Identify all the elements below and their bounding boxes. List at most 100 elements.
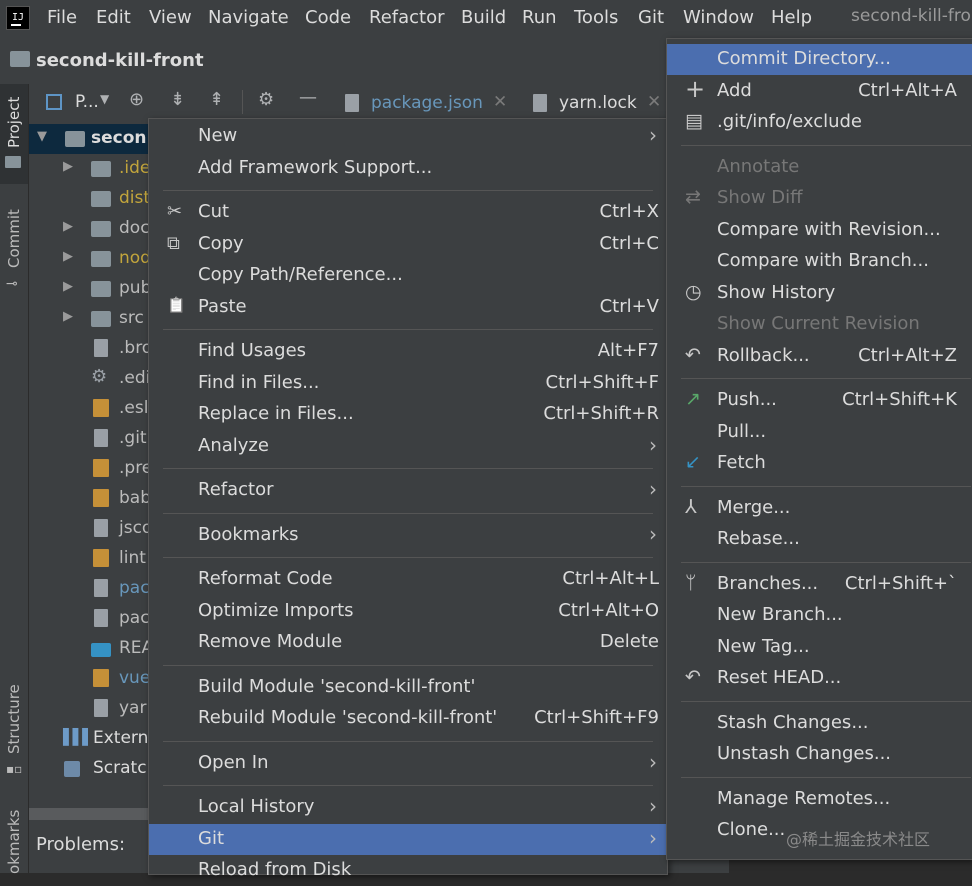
menu-file[interactable]: File xyxy=(47,7,77,28)
git-menu-item[interactable]: ᛘ Branches... Ctrl+Shift+` xyxy=(667,569,972,600)
git-menu-item[interactable]: Pull... xyxy=(667,417,972,448)
tree-item[interactable]: ▶ pub xyxy=(29,274,159,304)
collapse-all-icon[interactable]: ⇞ xyxy=(209,89,224,110)
chevron-right-icon[interactable]: ▶ xyxy=(63,309,73,324)
menu-tools[interactable]: Tools xyxy=(574,7,618,28)
git-menu-item[interactable]: ⅄ Merge... xyxy=(667,493,972,524)
tree-item[interactable]: .git xyxy=(29,424,159,454)
tree-item[interactable]: yar xyxy=(29,694,159,724)
close-icon[interactable]: ✕ xyxy=(493,92,507,112)
git-menu-item[interactable]: Rebase... xyxy=(667,524,972,555)
locate-icon[interactable]: ⊕ xyxy=(129,89,144,110)
menu-code[interactable]: Code xyxy=(305,7,351,28)
problems-bar[interactable]: Problems: xyxy=(29,828,159,873)
tree-item[interactable]: bab xyxy=(29,484,159,514)
tree-item[interactable]: .esl xyxy=(29,394,159,424)
git-menu-item[interactable]: ↶ Reset HEAD... xyxy=(667,663,972,694)
context-menu-item[interactable]: Remove Module Delete xyxy=(149,627,667,658)
git-menu-item[interactable]: ↗ Push... Ctrl+Shift+K xyxy=(667,385,972,416)
context-menu-item[interactable]: ⧉ Copy Ctrl+C xyxy=(149,229,667,260)
tree-item[interactable]: ▶ nod xyxy=(29,244,159,274)
tree-item[interactable]: ▶ .ide xyxy=(29,154,159,184)
context-menu-item[interactable]: Refactor › xyxy=(149,475,667,506)
horizontal-scrollbar[interactable] xyxy=(29,808,149,820)
menu-item-label: Build Module 'second-kill-front' xyxy=(198,675,476,697)
chevron-right-icon[interactable]: ▶ xyxy=(63,279,73,294)
tree-item[interactable]: ▼ secon xyxy=(29,124,159,154)
context-menu-item[interactable]: Find in Files... Ctrl+Shift+F xyxy=(149,368,667,399)
chevron-right-icon[interactable]: ▶ xyxy=(63,219,73,234)
chevron-right-icon[interactable]: ▶ xyxy=(63,159,73,174)
git-menu-item[interactable]: ▤ .git/info/exclude xyxy=(667,107,972,138)
menu-git[interactable]: Git xyxy=(638,7,664,28)
gear-icon[interactable]: ⚙ xyxy=(258,89,274,110)
context-menu-item[interactable]: Copy Path/Reference... xyxy=(149,260,667,291)
context-menu-item[interactable]: Add Framework Support... xyxy=(149,153,667,184)
tool-window-project[interactable]: Project xyxy=(5,97,23,148)
tool-window-structure[interactable]: Structure xyxy=(5,684,23,754)
tree-item[interactable]: pac xyxy=(29,574,159,604)
chevron-down-icon[interactable]: ▼ xyxy=(100,92,109,106)
tree-item[interactable]: jsco xyxy=(29,514,159,544)
git-menu-item[interactable]: Unstash Changes... xyxy=(667,739,972,770)
external-libraries[interactable]: ▌▌▌ Extern xyxy=(29,724,159,754)
project-view-dropdown[interactable]: P... xyxy=(75,92,99,112)
context-menu-item[interactable]: Build Module 'second-kill-front' xyxy=(149,672,667,703)
git-menu-item[interactable]: Compare with Revision... xyxy=(667,215,972,246)
menu-edit[interactable]: Edit xyxy=(96,7,131,28)
context-menu-item[interactable]: Reload from Disk xyxy=(149,855,667,886)
tool-window-bookmarks[interactable]: okmarks xyxy=(5,810,23,874)
menu-view[interactable]: View xyxy=(149,7,192,28)
tree-item[interactable]: ▶ src xyxy=(29,304,159,334)
menu-refactor[interactable]: Refactor xyxy=(369,7,445,28)
menu-separator xyxy=(681,561,971,563)
scratches-and-consoles[interactable]: Scratch xyxy=(29,754,159,784)
git-menu-item[interactable]: Commit Directory... xyxy=(667,44,972,75)
tree-item[interactable]: ▶ doc xyxy=(29,214,159,244)
breadcrumb-project[interactable]: second-kill-front xyxy=(36,50,204,71)
git-menu-item[interactable]: Manage Remotes... xyxy=(667,784,972,815)
context-menu-item[interactable]: Bookmarks › xyxy=(149,520,667,551)
menu-build[interactable]: Build xyxy=(461,7,506,28)
chevron-down-icon[interactable]: ▼ xyxy=(37,129,47,144)
plus-icon: + xyxy=(685,74,706,103)
tree-item[interactable]: REA xyxy=(29,634,159,664)
context-menu-item[interactable]: Local History › xyxy=(149,792,667,823)
context-menu-item[interactable]: 📋 Paste Ctrl+V xyxy=(149,292,667,323)
tree-item[interactable]: .pre xyxy=(29,454,159,484)
context-menu-item[interactable]: Analyze › xyxy=(149,431,667,462)
context-menu-item[interactable]: Replace in Files... Ctrl+Shift+R xyxy=(149,399,667,430)
expand-all-icon[interactable]: ⇟ xyxy=(170,89,185,110)
context-menu-item[interactable]: Optimize Imports Ctrl+Alt+O xyxy=(149,596,667,627)
git-menu-item[interactable]: + Add Ctrl+Alt+A xyxy=(667,74,972,107)
git-menu-item[interactable]: New Branch... xyxy=(667,600,972,631)
menu-window[interactable]: Window xyxy=(683,7,754,28)
context-menu-item[interactable]: Git › xyxy=(149,823,667,855)
tree-item[interactable]: .bro xyxy=(29,334,159,364)
git-menu-item[interactable]: ↙ Fetch xyxy=(667,448,972,479)
context-menu-item[interactable]: Rebuild Module 'second-kill-front' Ctrl+S… xyxy=(149,703,667,734)
menu-run[interactable]: Run xyxy=(522,7,557,28)
git-menu-item[interactable]: ↶ Rollback... Ctrl+Alt+Z xyxy=(667,341,972,372)
tree-item[interactable]: ⚙ .edi xyxy=(29,364,159,394)
menu-help[interactable]: Help xyxy=(771,7,812,28)
context-menu-item[interactable]: ✂ Cut Ctrl+X xyxy=(149,197,667,228)
tree-item[interactable]: pac xyxy=(29,604,159,634)
close-icon[interactable]: ✕ xyxy=(647,92,661,112)
chevron-right-icon[interactable]: ▶ xyxy=(63,249,73,264)
git-menu-item[interactable]: ◷ Show History xyxy=(667,278,972,309)
tree-item[interactable]: vue xyxy=(29,664,159,694)
git-menu-item[interactable]: Compare with Branch... xyxy=(667,246,972,277)
context-menu-item[interactable]: Open In › xyxy=(149,748,667,779)
folder-icon xyxy=(91,281,111,297)
tree-item[interactable]: lint xyxy=(29,544,159,574)
tree-item[interactable]: dist xyxy=(29,184,159,214)
menu-navigate[interactable]: Navigate xyxy=(208,7,289,28)
git-menu-item[interactable]: Stash Changes... xyxy=(667,708,972,739)
git-menu-item[interactable]: New Tag... xyxy=(667,632,972,663)
context-menu-item[interactable]: New › xyxy=(149,121,667,152)
tool-window-commit[interactable]: Commit xyxy=(5,209,23,268)
minimize-icon[interactable]: — xyxy=(299,87,317,108)
context-menu-item[interactable]: Find Usages Alt+F7 xyxy=(149,336,667,367)
context-menu-item[interactable]: Reformat Code Ctrl+Alt+L xyxy=(149,564,667,595)
